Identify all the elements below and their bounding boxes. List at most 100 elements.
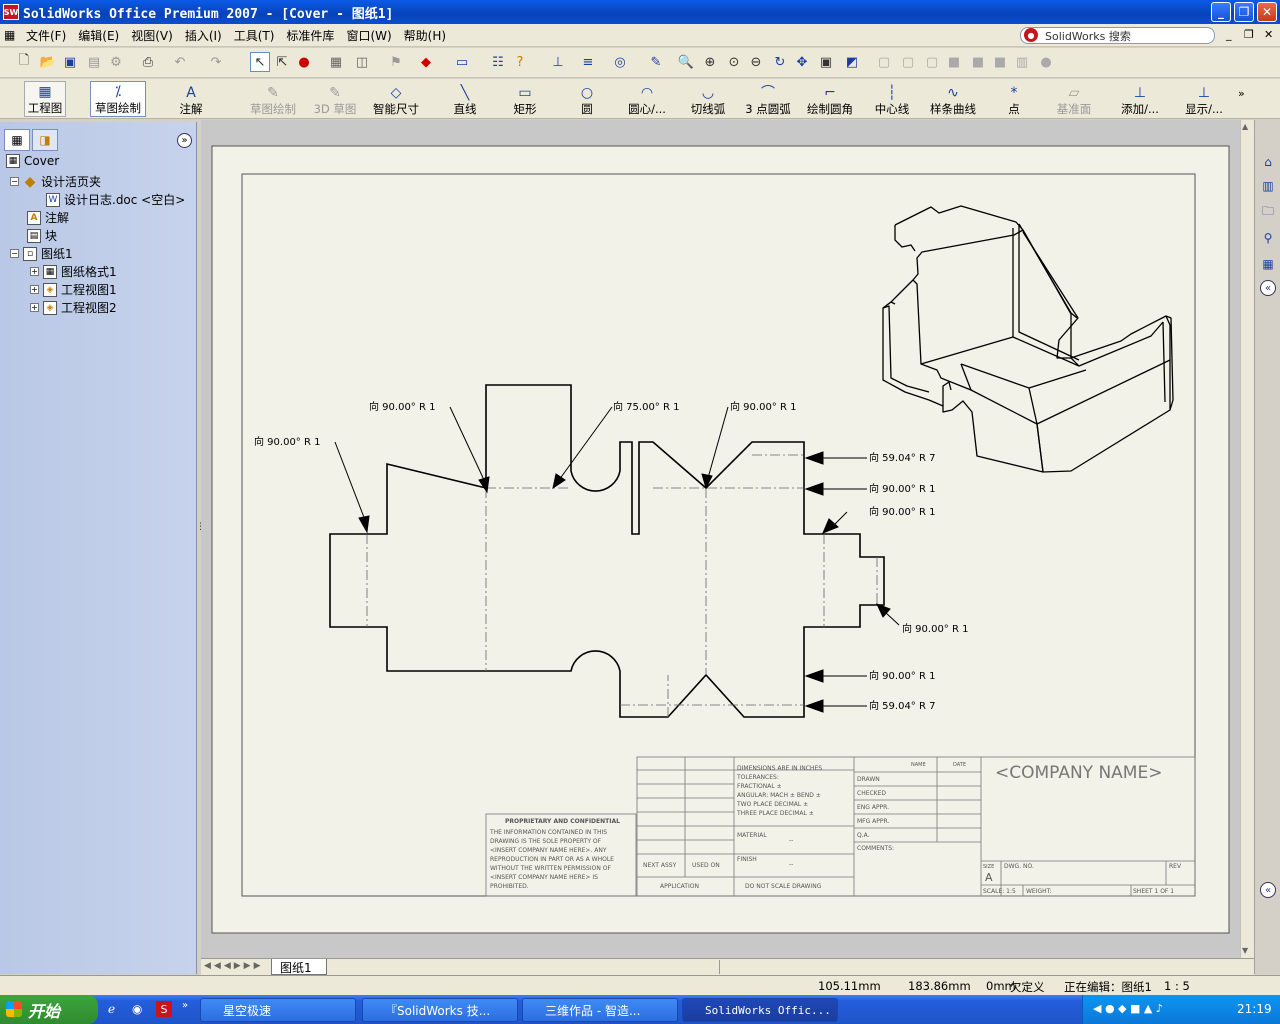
tree-item-sheet-format1[interactable]: + ▦ 图纸格式1 [30, 263, 117, 280]
menu-insert[interactable]: 插入(I) [179, 27, 228, 44]
hidden-lines-icon[interactable]: ▢ [898, 52, 918, 72]
undo-icon[interactable]: ↶ [170, 52, 190, 72]
task-4[interactable]: SolidWorks Offic... [682, 998, 838, 1022]
bend-note[interactable]: 向 75.00° R 1 [613, 400, 679, 413]
collapse-icon[interactable]: − [10, 177, 19, 186]
cm-sketch[interactable]: ⁒ 草图绘制 [90, 81, 146, 117]
drawing-sheet[interactable]: 向 90.00° R 1 向 90.00° R 1 向 75.00° R 1 向… [201, 120, 1241, 960]
cm-circle[interactable]: ○ 圆 [576, 81, 598, 117]
vertical-scrollbar[interactable]: ▲ ▼ [1240, 120, 1254, 960]
tree-root[interactable]: ▦ Cover [6, 154, 59, 168]
doc-restore-button[interactable]: ❐ [1244, 28, 1254, 41]
task-3[interactable]: 三维作品 - 智造... [522, 998, 678, 1022]
status-scale[interactable]: 1 : 5 [1164, 979, 1190, 993]
cm-spline[interactable]: ∿ 样条曲线 [927, 81, 979, 117]
quicklaunch-ie-icon[interactable]: ℯ [108, 1002, 115, 1016]
bend-note[interactable]: 向 90.00° R 1 [369, 400, 435, 413]
company-name[interactable]: <COMPANY NAME> [995, 763, 1162, 783]
print-icon[interactable]: ⎙ [138, 52, 158, 72]
align-icon[interactable]: ⊥ [548, 52, 568, 72]
view-orientation-icon[interactable]: ◩ [842, 52, 862, 72]
feature-tree-tab-icon[interactable]: ▦ [4, 129, 30, 151]
zoom-fit-icon[interactable]: 🔍 [676, 52, 696, 72]
tree-item-drawing-view2[interactable]: + ◈ 工程视图2 [30, 299, 117, 316]
realview-icon[interactable]: ● [1036, 52, 1056, 72]
section-view-icon[interactable]: ▥ [1012, 52, 1032, 72]
search-icon[interactable]: ● [1024, 28, 1038, 42]
tab-sheet1[interactable]: 图纸1 [271, 959, 327, 975]
cm-line[interactable]: ╲ 直线 [448, 81, 482, 117]
target-icon[interactable]: ◎ [610, 52, 630, 72]
cm-point[interactable]: * 点 [1006, 81, 1022, 117]
scroll-down-icon[interactable]: ▼ [1242, 946, 1248, 955]
tree-item-design-journal[interactable]: W 设计日志.doc <空白> [46, 191, 185, 208]
zoom-area-icon[interactable]: ⊕ [700, 52, 720, 72]
cm-rectangle[interactable]: ▭ 矩形 [508, 81, 542, 117]
bend-note[interactable]: 向 90.00° R 1 [902, 622, 968, 635]
bend-note[interactable]: 向 90.00° R 1 [254, 435, 320, 448]
open-icon[interactable]: 📂 [38, 52, 58, 72]
collapse-panel-icon[interactable]: » [177, 133, 192, 148]
cm-three-point-arc[interactable]: ⌒ 3 点圆弧 [742, 81, 794, 117]
close-button[interactable]: ✕ [1257, 2, 1277, 22]
task-2[interactable]: 『SolidWorks 技... [362, 998, 518, 1022]
edit-icon[interactable]: ✎ [646, 52, 666, 72]
save-icon[interactable]: ▣ [60, 52, 80, 72]
quicklaunch-sw-icon[interactable]: S [156, 1001, 172, 1017]
tree-item-design-binder[interactable]: − ◆ 设计活页夹 [10, 173, 101, 190]
options-icon[interactable]: ☷ [488, 52, 508, 72]
shadow-icon[interactable]: ■ [990, 52, 1010, 72]
menu-view[interactable]: 视图(V) [125, 27, 179, 44]
menu-edit[interactable]: 编辑(E) [72, 27, 125, 44]
search-input[interactable]: SolidWorks 搜索 [1020, 27, 1215, 44]
tree-item-drawing-view1[interactable]: + ◈ 工程视图1 [30, 281, 117, 298]
cm-annotation[interactable]: A 注解 [172, 81, 210, 117]
task-1[interactable]: 星空极速 [200, 998, 356, 1022]
doc-close-button[interactable]: ✕ [1264, 28, 1273, 41]
cm-sketch-draw[interactable]: ✎ 草图绘制 [248, 81, 298, 117]
bend-note[interactable]: 向 90.00° R 1 [869, 505, 935, 518]
3d-drawing-icon[interactable]: ◆ [416, 52, 436, 72]
snap-icon[interactable]: ⚑ [386, 52, 406, 72]
cm-display-relation[interactable]: ⊥ 显示/... [1180, 81, 1228, 117]
expand-icon[interactable]: + [30, 267, 39, 276]
bend-note[interactable]: 向 90.00° R 1 [730, 400, 796, 413]
tree-item-sheet1[interactable]: − ▫ 图纸1 [10, 245, 73, 262]
layout-icon[interactable]: ▭ [452, 52, 472, 72]
expand-icon[interactable]: + [30, 285, 39, 294]
horizontal-scrollbar[interactable] [719, 960, 1239, 974]
scroll-up-icon[interactable]: ▲ [1242, 122, 1248, 131]
cm-drawing[interactable]: ▦ 工程图 [24, 81, 66, 117]
expand-icon[interactable]: + [30, 303, 39, 312]
cm-3d-sketch[interactable]: ✎ 3D 草图 [313, 81, 357, 117]
file-explorer-icon[interactable]: 🗀 [1258, 202, 1278, 222]
view-palette-icon[interactable]: ▦ [1258, 254, 1278, 274]
bend-note[interactable]: 向 59.04° R 7 [869, 451, 935, 464]
select-icon[interactable]: ↖ [250, 52, 270, 72]
shaded-edges-icon[interactable]: ■ [944, 52, 964, 72]
cm-smart-dimension[interactable]: ◇ 智能尺寸 [370, 81, 422, 117]
cm-add-relation[interactable]: ⊥ 添加/... [1114, 81, 1166, 117]
menu-help[interactable]: 帮助(H) [398, 27, 452, 44]
bend-note[interactable]: 向 59.04° R 7 [869, 699, 935, 712]
menu-tools[interactable]: 工具(T) [228, 27, 281, 44]
restore-button[interactable]: ❐ [1234, 2, 1254, 22]
cm-fillet[interactable]: ⌐ 绘制圆角 [804, 81, 856, 117]
menu-window[interactable]: 窗口(W) [340, 27, 397, 44]
library-icon[interactable]: ▥ [1258, 176, 1278, 196]
hidden-removed-icon[interactable]: ▢ [922, 52, 942, 72]
cm-centerline[interactable]: ┆ 中心线 [872, 81, 912, 117]
bend-note[interactable]: 向 90.00° R 1 [869, 669, 935, 682]
collapse-icon[interactable]: − [10, 249, 19, 258]
minimize-button[interactable]: _ [1211, 2, 1231, 22]
quicklaunch-more-icon[interactable]: » [182, 1000, 188, 1011]
cm-center-arc[interactable]: ◠ 圆心/... [620, 81, 674, 117]
home-icon[interactable]: ⌂ [1258, 152, 1278, 172]
more-commands-icon[interactable]: » [1238, 87, 1245, 100]
tree-item-annotations[interactable]: A 注解 [27, 209, 69, 226]
layer-icon[interactable]: ≡ [578, 52, 598, 72]
redo-icon[interactable]: ↷ [206, 52, 226, 72]
document-icon[interactable]: ▦ [0, 28, 20, 42]
bend-note[interactable]: 向 90.00° R 1 [869, 482, 935, 495]
quicklaunch-app-icon[interactable]: ◉ [132, 1002, 142, 1016]
